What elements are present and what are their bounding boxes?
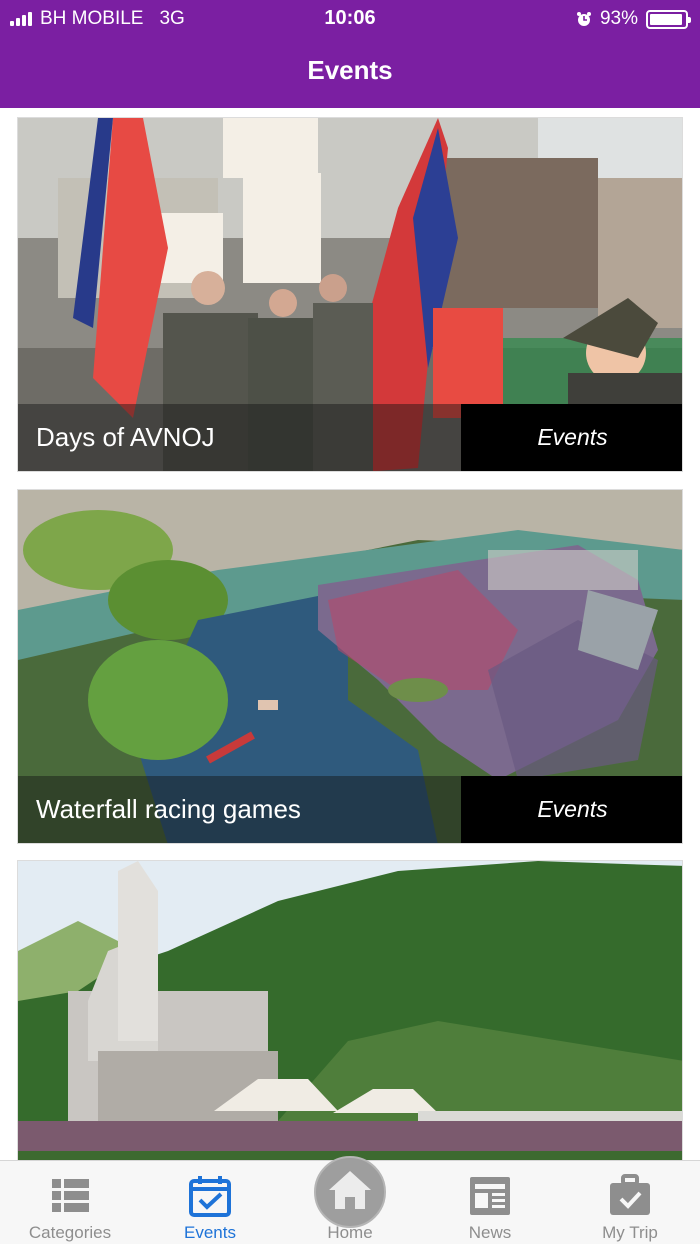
newspaper-icon bbox=[470, 1177, 510, 1215]
event-category: Events bbox=[461, 776, 682, 843]
tab-categories[interactable]: Categories bbox=[0, 1161, 140, 1244]
tab-label: Categories bbox=[28, 1223, 112, 1242]
event-category: Events bbox=[461, 404, 682, 471]
tab-my-trip[interactable]: My Trip bbox=[560, 1161, 700, 1244]
status-right: 93% bbox=[576, 8, 691, 30]
app-header: BH MOBILE 3G 10:06 93% Events bbox=[0, 0, 700, 108]
tab-label: Home bbox=[327, 1223, 373, 1242]
status-bar: BH MOBILE 3G 10:06 93% bbox=[0, 0, 700, 36]
tab-label: My Trip bbox=[602, 1223, 658, 1242]
event-title: Days of AVNOJ bbox=[18, 404, 461, 471]
events-list[interactable]: Days of AVNOJ Events Waterfall racing ga… bbox=[0, 108, 700, 1160]
tab-home[interactable]: Home bbox=[280, 1156, 420, 1244]
list-icon bbox=[52, 1179, 89, 1212]
home-icon bbox=[329, 1171, 371, 1209]
alarm-clock-icon bbox=[576, 12, 591, 26]
briefcase-check-icon bbox=[610, 1174, 650, 1215]
event-card[interactable]: Days of AVNOJ Events bbox=[17, 117, 683, 472]
battery-percent: 93% bbox=[599, 8, 638, 29]
tab-news[interactable]: News bbox=[420, 1161, 560, 1244]
battery-icon bbox=[646, 9, 691, 29]
tab-bar: Categories Events Home News My Trip bbox=[0, 1156, 700, 1244]
event-title: Waterfall racing games bbox=[18, 776, 461, 843]
calendar-check-icon bbox=[189, 1176, 231, 1217]
event-photo bbox=[18, 861, 682, 1160]
tab-events[interactable]: Events bbox=[140, 1161, 280, 1244]
page-title: Events bbox=[307, 55, 393, 85]
tab-label: Events bbox=[184, 1223, 236, 1242]
event-card[interactable] bbox=[17, 860, 683, 1160]
event-caption: Waterfall racing games Events bbox=[18, 776, 682, 843]
event-card[interactable]: Waterfall racing games Events bbox=[17, 489, 683, 844]
event-caption: Days of AVNOJ Events bbox=[18, 404, 682, 471]
tab-label: News bbox=[468, 1223, 512, 1242]
